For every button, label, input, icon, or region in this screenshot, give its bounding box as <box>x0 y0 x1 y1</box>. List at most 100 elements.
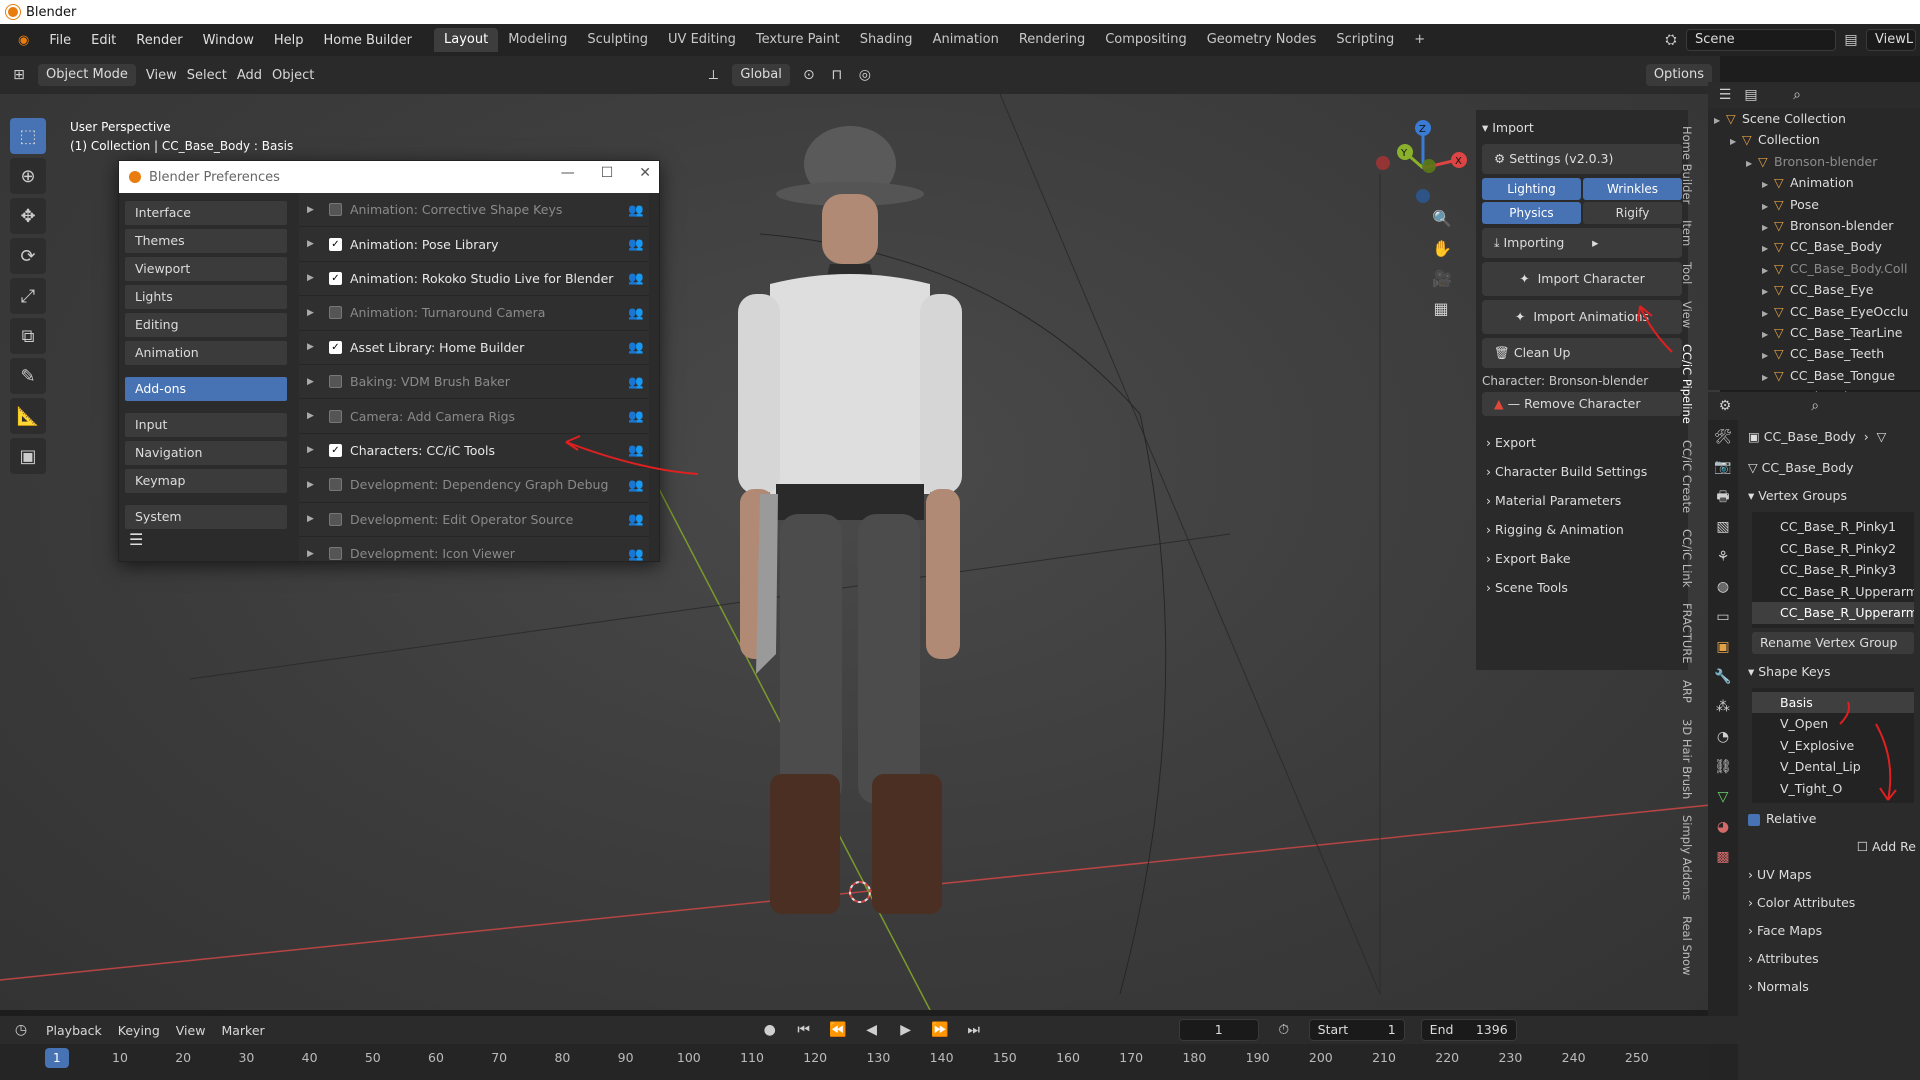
jump-end-icon[interactable]: ⏭ <box>965 1021 983 1039</box>
disclosure-triangle-icon[interactable]: ▶ <box>1714 110 1726 129</box>
expand-arrow-icon[interactable]: ▶ <box>307 480 321 490</box>
menu-select[interactable]: Select <box>187 68 227 83</box>
maximize-icon[interactable]: ☐ <box>601 165 614 181</box>
snap-icon[interactable]: ⊓ <box>828 66 846 84</box>
particles-tab-icon[interactable]: ⁂ <box>1714 698 1732 716</box>
proportional-edit-icon[interactable]: ◎ <box>856 66 874 84</box>
disclosure-triangle-icon[interactable]: ▶ <box>1730 131 1742 150</box>
modifier-tab-icon[interactable]: 🔧 <box>1714 668 1732 686</box>
nav-themes[interactable]: Themes <box>125 229 287 253</box>
navigation-gizmo[interactable]: Z X Y <box>1375 118 1471 218</box>
import-animations-button[interactable]: ✦ Import Animations <box>1482 300 1682 334</box>
prev-keyframe-icon[interactable]: ⏪ <box>829 1021 847 1039</box>
vtab-tool[interactable]: Tool <box>1680 254 1694 292</box>
vtab-3d-hair-brush[interactable]: 3D Hair Brush <box>1680 711 1694 807</box>
outliner-item[interactable]: ▶ ▽ CC_Base_Teeth <box>1708 343 1920 364</box>
expand-arrow-icon[interactable]: ▶ <box>307 342 321 352</box>
outliner-item[interactable]: ▶ ▽ Pose <box>1708 194 1920 215</box>
relative-checkbox[interactable]: Relative <box>1738 805 1920 833</box>
section-export-bake[interactable]: › Export Bake <box>1482 544 1682 573</box>
jump-start-icon[interactable]: ⏮ <box>795 1021 813 1039</box>
disclosure-triangle-icon[interactable]: ▶ <box>1762 217 1774 236</box>
tab-sculpting[interactable]: Sculpting <box>577 28 658 52</box>
nav-navigation[interactable]: Navigation <box>125 441 287 465</box>
section-color-attributes[interactable]: › Color Attributes <box>1738 889 1920 917</box>
section-attributes[interactable]: › Attributes <box>1738 945 1920 973</box>
pivot-icon[interactable]: ⊙ <box>800 66 818 84</box>
end-frame-field[interactable]: End 1396 <box>1420 1019 1517 1041</box>
tab-compositing[interactable]: Compositing <box>1095 28 1197 52</box>
expand-arrow-icon[interactable]: ▶ <box>307 549 321 559</box>
nav-interface[interactable]: Interface <box>125 201 287 225</box>
expand-arrow-icon[interactable]: ▶ <box>307 308 321 318</box>
menu-help[interactable]: Help <box>264 33 314 48</box>
render-tab-icon[interactable]: 📷 <box>1714 458 1732 476</box>
output-tab-icon[interactable]: 🖶 <box>1714 488 1732 506</box>
add-cube-tool[interactable]: ▣ <box>10 438 46 474</box>
object-mode-dropdown[interactable]: Object Mode <box>38 64 136 86</box>
settings-button[interactable]: ⚙ Settings (v2.0.3) <box>1482 144 1682 174</box>
mesh-data-tab-icon[interactable]: ▽ <box>1714 788 1732 806</box>
import-character-button[interactable]: ✦ Import Character <box>1482 262 1682 296</box>
disclosure-triangle-icon[interactable]: ▶ <box>1762 367 1774 386</box>
pan-hand-icon[interactable]: ✋ <box>1432 240 1452 258</box>
section-scene-tools[interactable]: › Scene Tools <box>1482 573 1682 602</box>
menu-marker[interactable]: Marker <box>221 1023 264 1038</box>
annotate-tool[interactable]: ✎ <box>10 358 46 394</box>
constraints-tab-icon[interactable]: ⛓ <box>1714 758 1732 776</box>
menu-file[interactable]: File <box>39 33 81 48</box>
importing-button[interactable]: ⤓ Importing ▸ <box>1482 228 1682 258</box>
import-section-header[interactable]: ▾ Import <box>1482 116 1682 140</box>
shape-key-item[interactable]: V_Open <box>1752 713 1914 735</box>
expand-arrow-icon[interactable]: ▶ <box>307 377 321 387</box>
outliner-item[interactable]: ▶ ▽ CC_Base_Eye <box>1708 279 1920 300</box>
tab-animation[interactable]: Animation <box>923 28 1009 52</box>
shape-key-item[interactable]: V_Explosive <box>1752 734 1914 756</box>
nav-editing[interactable]: Editing <box>125 313 287 337</box>
vertex-group-item[interactable]: CC_Base_R_UpperarmTw <box>1752 580 1914 602</box>
texture-tab-icon[interactable]: ▩ <box>1714 848 1732 866</box>
tab-rendering[interactable]: Rendering <box>1009 28 1095 52</box>
tab-layout[interactable]: Layout <box>433 28 499 52</box>
menu-playback[interactable]: Playback <box>46 1023 102 1038</box>
outliner-item[interactable]: ▶ ▽ CC_Base_Body.Coll <box>1708 258 1920 279</box>
section-material-parameters[interactable]: › Material Parameters <box>1482 486 1682 515</box>
disclosure-triangle-icon[interactable]: ▶ <box>1762 196 1774 215</box>
shape-key-item[interactable]: V_Dental_Lip <box>1752 756 1914 778</box>
addon-checkbox[interactable] <box>329 547 342 561</box>
disclosure-triangle-icon[interactable]: ▶ <box>1762 260 1774 279</box>
blender-menu-icon[interactable]: ◉ <box>8 33 39 48</box>
addon-row[interactable]: ▶ Baking: VDM Brush Baker 👥 <box>299 364 649 400</box>
preferences-window[interactable]: Blender Preferences — ☐ ✕ Interface Them… <box>118 160 660 562</box>
menu-window[interactable]: Window <box>193 33 264 48</box>
addon-row[interactable]: ▶ ✓ Asset Library: Home Builder 👥 <box>299 330 649 365</box>
disclosure-triangle-icon[interactable]: ▶ <box>1762 345 1774 364</box>
addon-row[interactable]: ▶ Animation: Turnaround Camera 👥 <box>299 296 649 331</box>
nav-animation[interactable]: Animation <box>125 341 287 365</box>
physics-tab-icon[interactable]: ◔ <box>1714 728 1732 746</box>
close-icon[interactable]: ✕ <box>639 165 651 181</box>
scene-tab-icon[interactable]: ⚘ <box>1714 548 1732 566</box>
record-icon[interactable]: ● <box>761 1021 779 1039</box>
clean-up-button[interactable]: 🗑 Clean Up <box>1482 338 1682 368</box>
vtab-view[interactable]: View <box>1680 293 1694 336</box>
outliner-item[interactable]: ▶ ▽ Bronson-blender <box>1708 151 1920 172</box>
section-rigging-animation[interactable]: › Rigging & Animation <box>1482 515 1682 544</box>
properties-editor-icon[interactable]: ⚙ <box>1716 397 1734 415</box>
vtab-simply-addons[interactable]: Simply Addons <box>1680 807 1694 908</box>
tab-modeling[interactable]: Modeling <box>498 28 577 52</box>
expand-arrow-icon[interactable]: ▶ <box>307 205 321 215</box>
outliner-editor-icon[interactable]: ☰ <box>1716 86 1734 104</box>
nav-lights[interactable]: Lights <box>125 285 287 309</box>
nav-keymap[interactable]: Keymap <box>125 469 287 493</box>
outliner-item[interactable]: ▶ ▽ CC_Base_EyeOcclu <box>1708 301 1920 322</box>
nav-input[interactable]: Input <box>125 413 287 437</box>
next-keyframe-icon[interactable]: ⏩ <box>931 1021 949 1039</box>
toggle-rigify[interactable]: Rigify <box>1583 202 1682 224</box>
addon-checkbox[interactable]: ✓ <box>329 443 342 457</box>
scale-tool[interactable]: ⤢ <box>10 278 46 314</box>
section-face-maps[interactable]: › Face Maps <box>1738 917 1920 945</box>
addon-checkbox[interactable]: ✓ <box>329 237 342 251</box>
measure-tool[interactable]: 📐 <box>10 398 46 434</box>
timeline-editor-icon[interactable]: ◷ <box>12 1021 30 1039</box>
